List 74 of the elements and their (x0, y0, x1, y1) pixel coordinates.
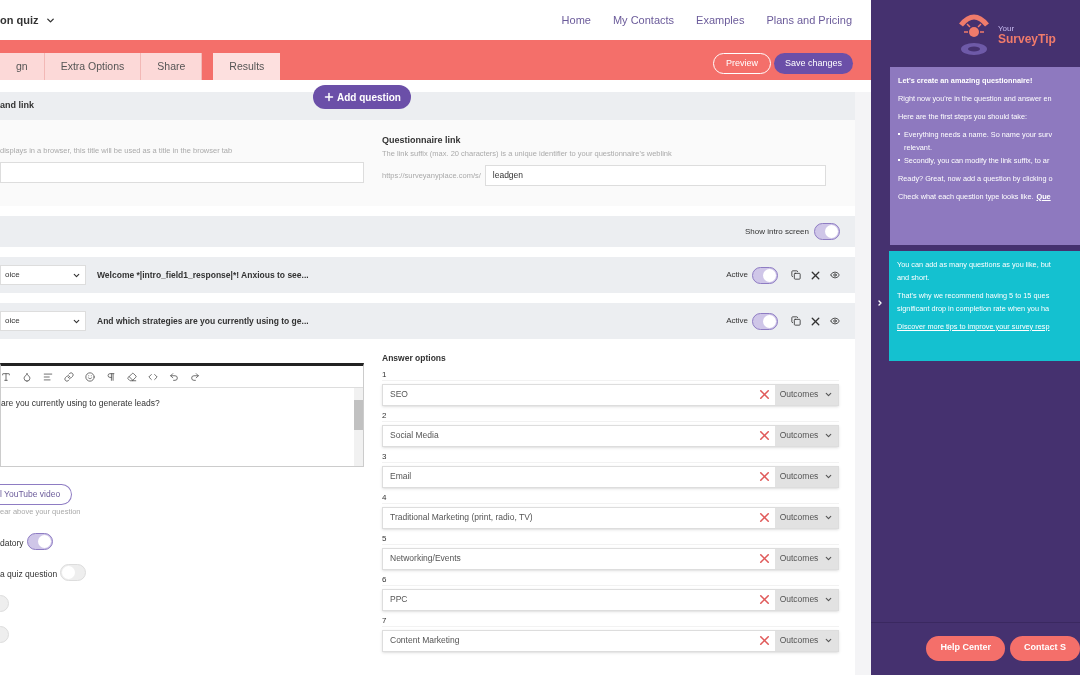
align-icon[interactable] (43, 371, 53, 382)
font-icon[interactable] (1, 371, 11, 382)
question-type-select[interactable]: oice (0, 311, 86, 331)
editor-text: are you currently using to generate leads? (1, 397, 161, 410)
save-changes-button[interactable]: Save changes (773, 53, 853, 74)
question-text: Welcome *|intro_field1_response|*! Anxious to see... (97, 268, 309, 282)
redo-icon[interactable] (190, 371, 200, 382)
outcomes-dropdown[interactable]: Outcomes (775, 507, 838, 528)
outcomes-dropdown[interactable]: Outcomes (775, 630, 838, 651)
answer-number: 6 (382, 573, 839, 586)
scrollbar-track[interactable] (855, 92, 871, 675)
logo-text: SurveyTip (998, 33, 1056, 45)
answer-field[interactable]: Traditional Marketing (print, radio, TV) Outcomes (382, 506, 839, 529)
answer-number: 3 (382, 450, 839, 463)
eraser-icon[interactable] (127, 371, 137, 382)
link-suffix-field[interactable]: leadgen (484, 164, 826, 186)
outcomes-dropdown[interactable]: Outcomes (775, 384, 838, 405)
nav-link[interactable]: My Contacts (612, 11, 675, 29)
paragraph-icon[interactable] (106, 371, 116, 382)
eye-icon[interactable] (830, 270, 840, 280)
question-type-select[interactable]: oice (0, 265, 86, 285)
toggle-switch[interactable] (814, 223, 840, 240)
question-row[interactable]: oice And which strategies are you currently using to ge... Active (0, 303, 855, 339)
toggle-switch[interactable] (26, 533, 53, 551)
copy-icon[interactable] (791, 316, 801, 326)
toggle-label: datory (0, 536, 24, 550)
question-text: And which strategies are you currently using to ge... (97, 314, 309, 328)
toggle-switch[interactable] (752, 312, 778, 330)
section-title: and link (0, 99, 34, 113)
answer-field[interactable]: PPC Outcomes (382, 588, 839, 611)
answer-number: 4 (382, 491, 839, 504)
intro-label: Show intro screen (744, 225, 809, 238)
answer-number: 1 (382, 368, 839, 381)
plus-icon (323, 91, 335, 103)
add-question-button[interactable]: Add question (313, 85, 411, 109)
link-label: Questionnaire link (382, 134, 462, 147)
emoji-icon[interactable] (85, 371, 95, 382)
nav-link[interactable]: Examples (696, 11, 745, 29)
active-label: Active (726, 315, 748, 327)
answer-field[interactable]: Social Media Outcomes (382, 424, 839, 447)
outcomes-dropdown[interactable]: Outcomes (775, 466, 838, 487)
outcomes-dropdown[interactable]: Outcomes (775, 548, 838, 569)
survey-title[interactable]: on quiz (0, 11, 39, 29)
toggle-switch[interactable] (752, 266, 778, 284)
answer-number: 2 (382, 409, 839, 422)
answer-field[interactable]: SEO Outcomes (382, 383, 839, 406)
scrollbar[interactable] (354, 388, 363, 466)
outcomes-dropdown[interactable]: Outcomes (775, 589, 838, 610)
tab[interactable]: Extra Options (44, 53, 142, 80)
tab[interactable]: Results (213, 53, 281, 80)
nav-link[interactable]: Plans and Pricing (766, 11, 852, 29)
active-label: Active (726, 269, 748, 281)
toggle-label: a quiz question (0, 567, 58, 581)
answer-number: 5 (382, 532, 839, 545)
eye-icon[interactable] (830, 316, 840, 326)
nav-link[interactable]: Home (561, 11, 591, 29)
title-field[interactable] (0, 162, 364, 184)
answer-options-title: Answer options (382, 352, 447, 365)
answer-number: 7 (382, 614, 839, 627)
tab[interactable]: gn (0, 53, 45, 80)
text-editor[interactable]: are you currently using to generate leads? (0, 363, 364, 467)
undo-icon[interactable] (169, 371, 179, 382)
code-icon[interactable] (148, 371, 158, 382)
chevron-right-icon[interactable] (876, 299, 884, 307)
link-icon[interactable] (64, 371, 74, 382)
droplet-icon[interactable] (22, 371, 32, 382)
logo-small-text: Your (998, 25, 1016, 33)
copy-icon[interactable] (791, 270, 801, 280)
tab[interactable]: Share (141, 53, 203, 80)
answer-field[interactable]: Networking/Events Outcomes (382, 547, 839, 570)
question-row[interactable]: oice Welcome *|intro_field1_response|*! Anxious to see... Active (0, 257, 855, 293)
outcomes-dropdown[interactable]: Outcomes (775, 425, 838, 446)
answer-field[interactable]: Email Outcomes (382, 465, 839, 488)
answer-field[interactable]: Content Marketing Outcomes (382, 629, 839, 652)
